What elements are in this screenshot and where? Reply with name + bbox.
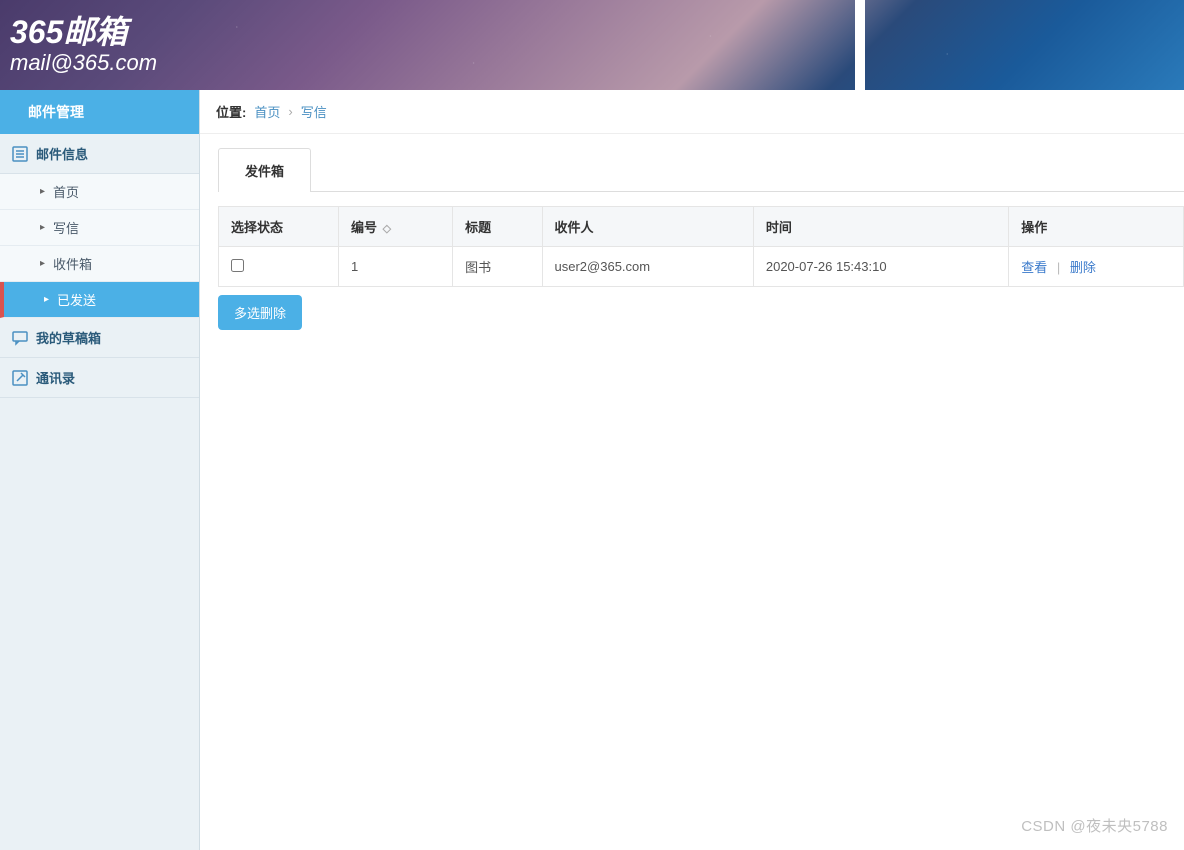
- menu-item-label: 我的草稿箱: [36, 328, 101, 347]
- action-delete[interactable]: 删除: [1070, 260, 1096, 275]
- table-header-id-label: 编号: [351, 220, 377, 235]
- menu-item-label: 通讯录: [36, 368, 75, 387]
- sidebar: 邮件管理 邮件信息 首页 写信 收件箱 已发送 我的草稿箱 通讯录: [0, 90, 200, 850]
- content-area: 发件箱 选择状态 编号 ◇ 标题 收件人 时间 操作: [200, 134, 1184, 330]
- submenu-item-label: 收件箱: [53, 254, 92, 273]
- submenu-item-label: 已发送: [57, 290, 96, 309]
- table-row: 1 图书 user2@365.com 2020-07-26 15:43:10 查…: [219, 247, 1184, 287]
- menu-item-drafts[interactable]: 我的草稿箱: [0, 318, 199, 358]
- submenu-item-label: 写信: [53, 218, 79, 237]
- brand-title: 365邮箱: [10, 15, 157, 50]
- cell-id: 1: [339, 247, 453, 287]
- action-view[interactable]: 查看: [1021, 260, 1047, 275]
- row-checkbox[interactable]: [231, 259, 244, 272]
- tab-outbox[interactable]: 发件箱: [218, 148, 311, 192]
- breadcrumb-label: 位置:: [216, 102, 246, 121]
- cell-select: [219, 247, 339, 287]
- submenu-mail-info: 首页 写信 收件箱 已发送: [0, 174, 199, 318]
- brand-subtitle: mail@365.com: [10, 51, 157, 75]
- tabs: 发件箱: [218, 148, 1184, 192]
- chat-icon: [12, 330, 28, 346]
- table-header-recipient: 收件人: [542, 207, 753, 247]
- table-header-select: 选择状态: [219, 207, 339, 247]
- header-banner: 365邮箱 mail@365.com: [0, 0, 1184, 90]
- cell-recipient: user2@365.com: [542, 247, 753, 287]
- watermark: CSDN @夜未央5788: [1021, 815, 1168, 836]
- submenu-item-inbox[interactable]: 收件箱: [0, 246, 199, 282]
- cell-time: 2020-07-26 15:43:10: [753, 247, 1008, 287]
- mail-table: 选择状态 编号 ◇ 标题 收件人 时间 操作: [218, 206, 1184, 287]
- cell-title: 图书: [453, 247, 542, 287]
- action-sep: |: [1057, 260, 1060, 275]
- submenu-item-label: 首页: [53, 182, 79, 201]
- edit-icon: [12, 370, 28, 386]
- menu-item-mail-info[interactable]: 邮件信息: [0, 134, 199, 174]
- header-gap: [855, 0, 865, 90]
- submenu-item-sent[interactable]: 已发送: [0, 282, 199, 318]
- breadcrumb-link-compose[interactable]: 写信: [301, 102, 327, 121]
- list-box-icon: [12, 146, 28, 162]
- table-header-row: 选择状态 编号 ◇ 标题 收件人 时间 操作: [219, 207, 1184, 247]
- table-header-action: 操作: [1009, 207, 1184, 247]
- table-header-id[interactable]: 编号 ◇: [339, 207, 453, 247]
- cell-action: 查看 | 删除: [1009, 247, 1184, 287]
- sidebar-section-title: 邮件管理: [0, 90, 199, 134]
- multi-delete-button[interactable]: 多选删除: [218, 295, 302, 330]
- breadcrumb-link-home[interactable]: 首页: [254, 102, 280, 121]
- chevron-right-icon: ›: [288, 104, 292, 119]
- sort-icon: ◇: [383, 223, 391, 235]
- main-content: 位置: 首页 › 写信 发件箱 选择状态 编号 ◇ 标题 收件: [200, 90, 1184, 850]
- breadcrumb: 位置: 首页 › 写信: [200, 90, 1184, 134]
- brand: 365邮箱 mail@365.com: [10, 15, 157, 74]
- table-header-time: 时间: [753, 207, 1008, 247]
- submenu-item-home[interactable]: 首页: [0, 174, 199, 210]
- submenu-item-compose[interactable]: 写信: [0, 210, 199, 246]
- layout: 邮件管理 邮件信息 首页 写信 收件箱 已发送 我的草稿箱 通讯录: [0, 90, 1184, 850]
- table-header-title: 标题: [453, 207, 542, 247]
- menu-item-label: 邮件信息: [36, 144, 88, 163]
- menu-item-contacts[interactable]: 通讯录: [0, 358, 199, 398]
